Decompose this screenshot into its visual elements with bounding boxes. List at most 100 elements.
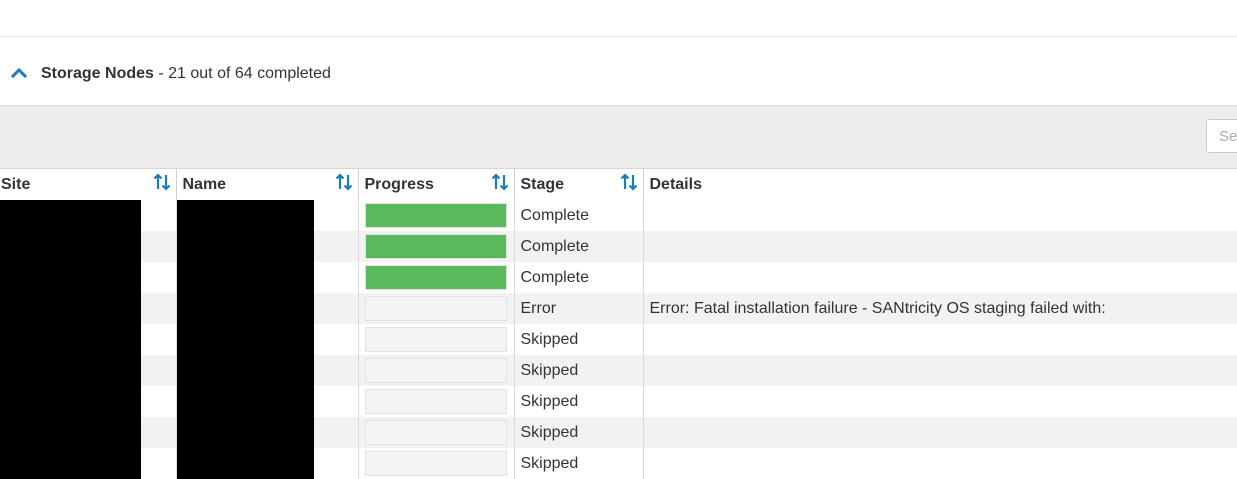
name-cell bbox=[175, 262, 358, 293]
site-cell bbox=[0, 200, 176, 231]
chevron-up-icon[interactable] bbox=[10, 65, 28, 79]
stage-cell: Error bbox=[513, 293, 643, 324]
table-row: Complete bbox=[0, 231, 1237, 262]
stage-cell: Skipped bbox=[513, 448, 643, 479]
stage-cell: Skipped bbox=[513, 324, 643, 355]
storage-nodes-table: Site Name Progress Stage Details Complete Com… bbox=[0, 169, 1237, 479]
redacted-block bbox=[176, 324, 314, 355]
redacted-block bbox=[0, 448, 141, 479]
table-body: Complete Complete Complete Error Error: Fata… bbox=[0, 200, 1237, 479]
details-cell bbox=[642, 200, 1237, 231]
redacted-block bbox=[0, 386, 141, 417]
progress-bar-fill bbox=[365, 204, 506, 227]
name-cell bbox=[175, 293, 358, 324]
redacted-block bbox=[176, 293, 314, 324]
redacted-block bbox=[176, 355, 314, 386]
progress-cell bbox=[357, 231, 514, 262]
sort-icon[interactable] bbox=[335, 172, 353, 192]
column-header-label: Name bbox=[182, 176, 227, 193]
progress-cell bbox=[357, 200, 514, 231]
progress-cell bbox=[357, 355, 514, 386]
stage-cell: Skipped bbox=[513, 386, 643, 417]
redacted-block bbox=[0, 293, 141, 324]
sort-icon[interactable] bbox=[620, 172, 638, 192]
progress-bar bbox=[364, 203, 507, 228]
table-row: Skipped bbox=[0, 417, 1237, 448]
section-summary: - 21 out of 64 completed bbox=[153, 65, 331, 82]
column-header-name[interactable]: Name bbox=[175, 169, 358, 200]
redacted-block bbox=[0, 231, 141, 262]
table-row: Complete bbox=[0, 200, 1237, 231]
name-cell bbox=[175, 231, 358, 262]
search-input[interactable] bbox=[1206, 119, 1237, 153]
redacted-block bbox=[0, 355, 141, 386]
progress-cell bbox=[357, 293, 514, 324]
site-cell bbox=[0, 262, 176, 293]
name-cell bbox=[175, 200, 358, 231]
name-cell bbox=[175, 448, 358, 479]
site-cell bbox=[0, 417, 176, 448]
table-row: Skipped bbox=[0, 355, 1237, 386]
progress-bar bbox=[364, 451, 507, 476]
column-header-progress[interactable]: Progress bbox=[357, 169, 514, 200]
site-cell bbox=[0, 448, 176, 479]
progress-bar bbox=[364, 389, 507, 414]
redacted-block bbox=[176, 448, 314, 479]
progress-cell bbox=[357, 324, 514, 355]
sort-icon[interactable] bbox=[491, 172, 509, 192]
redacted-block bbox=[176, 386, 314, 417]
redacted-block bbox=[176, 200, 314, 231]
redacted-block bbox=[176, 417, 314, 448]
column-header-site[interactable]: Site bbox=[0, 169, 176, 200]
progress-cell bbox=[357, 448, 514, 479]
section-header: Storage Nodes - 21 out of 64 completed bbox=[0, 37, 1237, 106]
site-cell bbox=[0, 231, 176, 262]
table-row: Complete bbox=[0, 262, 1237, 293]
column-header-stage[interactable]: Stage bbox=[513, 169, 643, 200]
details-cell bbox=[642, 355, 1237, 386]
stage-cell: Complete bbox=[513, 200, 643, 231]
stage-cell: Complete bbox=[513, 231, 643, 262]
details-cell bbox=[642, 448, 1237, 479]
progress-cell bbox=[357, 262, 514, 293]
progress-bar bbox=[364, 234, 507, 259]
column-header-details: Details bbox=[642, 169, 1237, 200]
sort-icon[interactable] bbox=[153, 172, 171, 192]
stage-cell: Complete bbox=[513, 262, 643, 293]
site-cell bbox=[0, 293, 176, 324]
details-cell bbox=[642, 324, 1237, 355]
progress-bar bbox=[364, 420, 507, 445]
redacted-block bbox=[176, 262, 314, 293]
name-cell bbox=[175, 355, 358, 386]
progress-bar bbox=[364, 327, 507, 352]
table-row: Skipped bbox=[0, 386, 1237, 417]
redacted-block bbox=[0, 262, 141, 293]
details-cell: Error: Fatal installation failure - SANt… bbox=[642, 293, 1237, 324]
site-cell bbox=[0, 355, 176, 386]
progress-bar bbox=[364, 358, 507, 383]
top-spacer bbox=[0, 0, 1237, 37]
name-cell bbox=[175, 417, 358, 448]
progress-cell bbox=[357, 417, 514, 448]
redacted-block bbox=[0, 324, 141, 355]
section-title-label: Storage Nodes bbox=[41, 65, 154, 82]
redacted-block bbox=[0, 200, 141, 231]
redacted-block bbox=[176, 231, 314, 262]
details-cell bbox=[642, 262, 1237, 293]
section-title: Storage Nodes - 21 out of 64 completed bbox=[41, 65, 331, 83]
details-cell bbox=[642, 231, 1237, 262]
table-header-row: Site Name Progress Stage Details bbox=[0, 169, 1237, 200]
name-cell bbox=[175, 386, 358, 417]
progress-bar-fill bbox=[365, 266, 506, 289]
details-cell bbox=[642, 417, 1237, 448]
table-row: Error Error: Fatal installation failure -… bbox=[0, 293, 1237, 324]
redacted-block bbox=[0, 417, 141, 448]
column-header-label: Stage bbox=[520, 176, 565, 193]
site-cell bbox=[0, 386, 176, 417]
table-row: Skipped bbox=[0, 448, 1237, 479]
details-cell bbox=[642, 386, 1237, 417]
site-cell bbox=[0, 324, 176, 355]
progress-bar bbox=[364, 265, 507, 290]
progress-cell bbox=[357, 386, 514, 417]
column-header-label: Details bbox=[649, 176, 702, 193]
